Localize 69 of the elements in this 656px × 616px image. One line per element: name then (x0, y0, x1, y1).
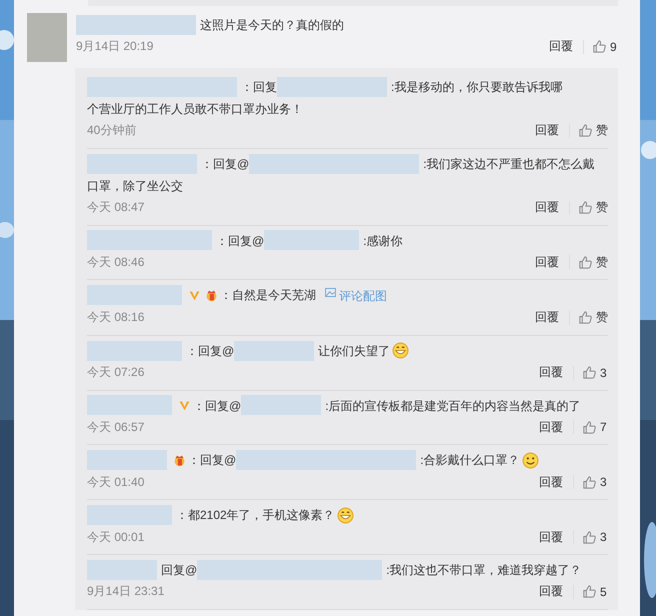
thumbs-up-icon (578, 310, 593, 326)
image-icon (324, 286, 337, 299)
reply-link[interactable]: 回覆 (535, 122, 559, 140)
thumbs-up-icon (582, 365, 597, 380)
reply-link[interactable]: 回覆 (539, 583, 563, 600)
smiley-icon (392, 342, 410, 360)
timestamp: 今天 08:16 (87, 309, 146, 326)
thumbs-up-icon (582, 530, 597, 545)
reply-link[interactable]: 回覆 (535, 254, 559, 271)
like-button[interactable]: 赞 (578, 122, 608, 140)
comment-text: :合影戴什么口罩？ (420, 453, 520, 468)
reply-link[interactable]: 回覆 (539, 418, 563, 436)
like-button[interactable]: 赞 (578, 309, 608, 326)
reply-link[interactable]: 回覆 (539, 528, 563, 546)
comment-text: :我们这也不带口罩，难道我穿越了？ (386, 562, 582, 577)
member-badge-icon (205, 288, 218, 302)
verified-icon (178, 398, 191, 412)
verified-icon (188, 288, 201, 302)
timestamp: 今天 01:40 (87, 474, 146, 491)
smiley-icon (336, 506, 354, 524)
avatar (27, 13, 67, 62)
thumbs-up-icon (582, 584, 597, 600)
comment-text: :感谢你 (363, 233, 403, 248)
reply-link[interactable]: 回覆 (535, 199, 559, 216)
timestamp: 9月14日 20:19 (76, 38, 154, 56)
like-button[interactable]: 赞 (578, 254, 608, 271)
comment-text: ：回复 (241, 80, 277, 94)
thumbs-up-icon (582, 474, 597, 490)
timestamp: 今天 06:57 (87, 418, 146, 436)
member-badge-icon (173, 454, 186, 467)
comment-text: ：回复@ (193, 398, 242, 412)
smiley-icon (522, 452, 539, 469)
timestamp: 今天 00:01 (87, 528, 146, 546)
comment-text: :我是移动的，你只要敢告诉我哪 (391, 80, 562, 94)
thumbs-up-icon (578, 200, 593, 216)
comment-text: ：自然是今天芜湖 (220, 288, 316, 302)
comment-text: ：回复@ (216, 233, 264, 248)
like-button[interactable]: 赞 (578, 199, 608, 216)
thumbs-up-icon (578, 254, 593, 270)
reply-link[interactable]: 回覆 (535, 309, 559, 326)
like-button[interactable]: 3 (582, 530, 608, 545)
comment-text: 让你们失望了 (318, 344, 390, 358)
like-button[interactable]: 7 (582, 420, 608, 435)
timestamp: 40分钟前 (87, 122, 138, 140)
thumbs-up-icon (582, 420, 597, 435)
timestamp: 9月14日 23:31 (87, 583, 166, 600)
reply-link[interactable]: 回覆 (549, 38, 573, 56)
comment-text: ：回复@ (201, 156, 250, 171)
comment-text: :我们家这边不严重也都不怎么戴 (423, 156, 595, 171)
comment-text: ：回复@ (186, 344, 234, 358)
comment-text: 口罩，除了坐公交 (87, 178, 183, 195)
like-button[interactable]: 9 (592, 39, 618, 54)
comment-text: ：回复@ (188, 453, 236, 468)
thumbs-up-icon (592, 39, 607, 54)
thumbs-up-icon (578, 123, 593, 138)
comment-text: 这照片是今天的？真的假的 (200, 18, 344, 32)
timestamp: 今天 08:46 (87, 254, 146, 271)
reply-link[interactable]: 回覆 (539, 474, 563, 491)
like-button[interactable]: 3 (582, 365, 608, 380)
redacted-name (87, 560, 157, 580)
reply-link[interactable]: 回覆 (539, 364, 563, 382)
comment-text: :后面的宣传板都是建党百年的内容当然是真的了 (325, 398, 581, 412)
timestamp: 今天 08:47 (87, 199, 146, 216)
comment-text: 个营业厅的工作人员敢不带口罩办业务！ (87, 100, 303, 118)
comment-text: ：都2102年了，手机这像素？ (176, 508, 335, 522)
timestamp: 今天 07:26 (87, 364, 146, 382)
like-button[interactable]: 5 (582, 584, 608, 600)
like-button[interactable]: 3 (582, 474, 608, 490)
comment-text: 回复@ (161, 562, 198, 577)
